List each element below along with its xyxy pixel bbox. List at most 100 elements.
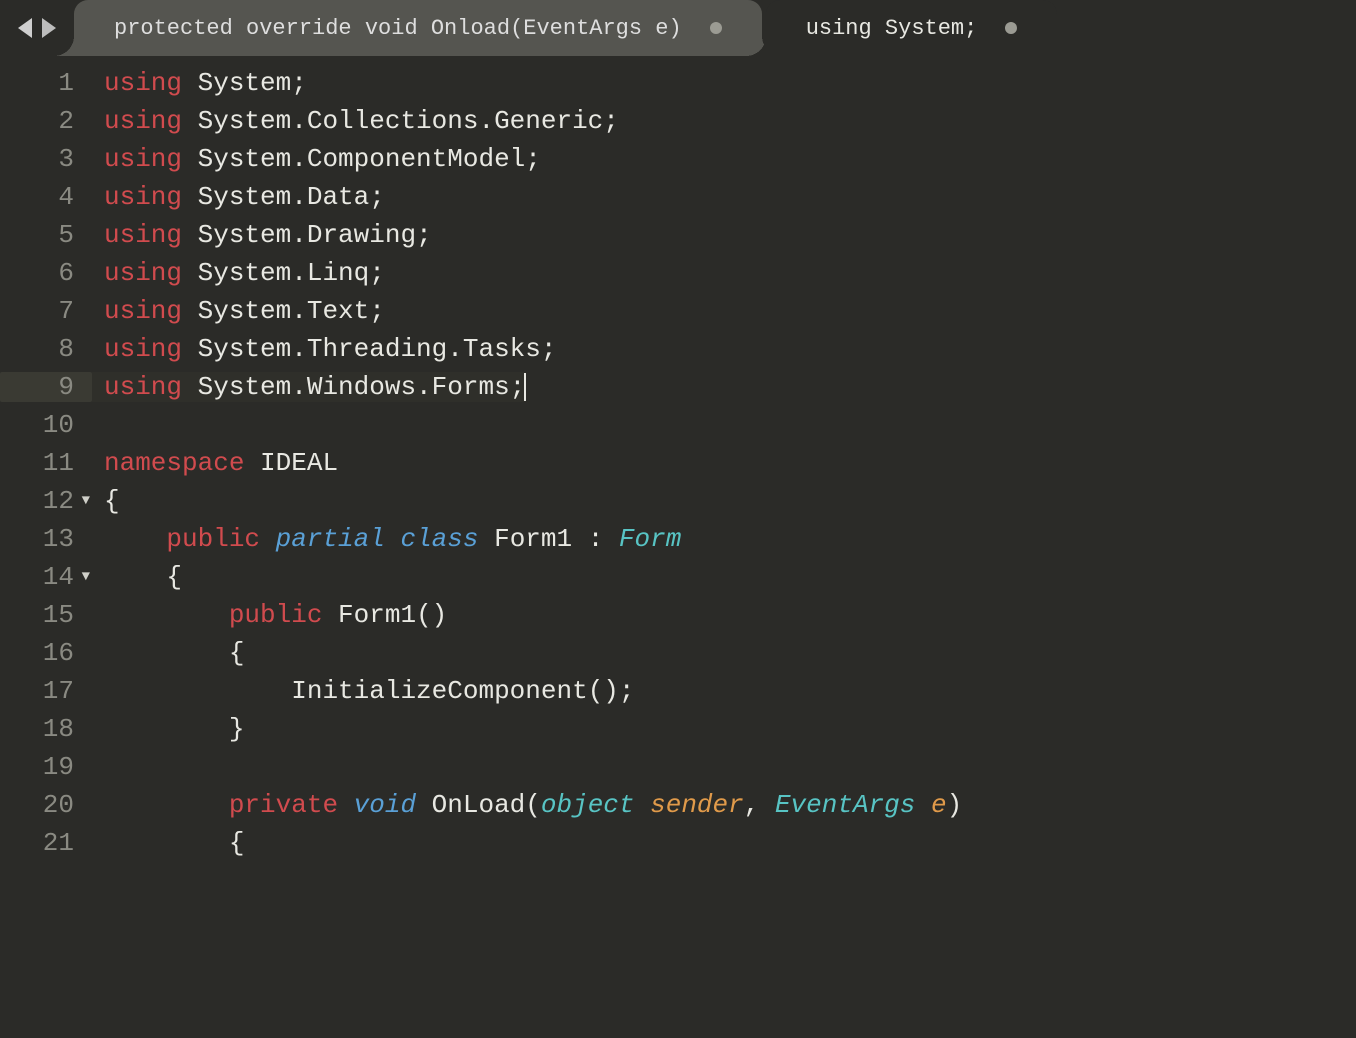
code-line[interactable]: 17 InitializeComponent(); — [0, 672, 1356, 710]
code-line[interactable]: 14▼ { — [0, 558, 1356, 596]
line-number: 5 — [0, 220, 92, 250]
dirty-indicator-icon — [710, 22, 722, 34]
token: public — [166, 524, 260, 554]
code-content[interactable]: using System.Drawing; — [92, 220, 432, 250]
line-number: 12▼ — [0, 486, 92, 516]
code-content[interactable]: private void OnLoad(object sender, Event… — [92, 790, 962, 820]
token: ( — [525, 790, 541, 820]
token: EventArgs — [759, 790, 915, 820]
token: ; — [416, 220, 432, 250]
code-line[interactable]: 9using System.Windows.Forms; — [0, 368, 1356, 406]
code-line[interactable]: 1using System; — [0, 64, 1356, 102]
tab-label: protected override void Onload(EventArgs… — [114, 16, 682, 41]
code-line[interactable]: 2using System.Collections.Generic; — [0, 102, 1356, 140]
tab-label: using System; — [806, 16, 978, 41]
token: Form — [603, 524, 681, 554]
token: using — [104, 372, 182, 402]
token: using — [104, 68, 182, 98]
code-line[interactable]: 4using System.Data; — [0, 178, 1356, 216]
token: Form1 — [479, 524, 588, 554]
line-number: 7 — [0, 296, 92, 326]
code-content[interactable]: public partial class Form1 : Form — [92, 524, 681, 554]
token: Form1 — [322, 600, 416, 630]
code-line[interactable]: 11namespace IDEAL — [0, 444, 1356, 482]
code-content[interactable]: using System.Linq; — [92, 258, 385, 288]
token: partial — [260, 524, 385, 554]
token: System.Collections.Generic — [182, 106, 603, 136]
code-line[interactable]: 20 private void OnLoad(object sender, Ev… — [0, 786, 1356, 824]
code-content[interactable]: using System.Collections.Generic; — [92, 106, 619, 136]
token: class — [385, 524, 479, 554]
line-number: 16 — [0, 638, 92, 668]
fold-toggle-icon[interactable]: ▼ — [82, 569, 90, 585]
line-number: 8 — [0, 334, 92, 364]
code-line[interactable]: 7using System.Text; — [0, 292, 1356, 330]
tab-inactive-0[interactable]: protected override void Onload(EventArgs… — [74, 0, 762, 56]
code-content[interactable]: using System.ComponentModel; — [92, 144, 541, 174]
token: { — [229, 638, 245, 668]
line-number: 20 — [0, 790, 92, 820]
code-content[interactable]: { — [92, 486, 120, 516]
tab-active[interactable]: using System; — [766, 0, 1058, 56]
code-line[interactable]: 8using System.Threading.Tasks; — [0, 330, 1356, 368]
code-content[interactable]: InitializeComponent(); — [92, 676, 635, 706]
token: System.Data — [182, 182, 369, 212]
code-content[interactable]: using System.Data; — [92, 182, 385, 212]
line-number: 6 — [0, 258, 92, 288]
token: : — [588, 524, 604, 554]
code-content[interactable]: using System.Text; — [92, 296, 385, 326]
code-line[interactable]: 12▼ { — [0, 482, 1356, 520]
code-content[interactable]: { — [92, 828, 244, 858]
token: namespace — [104, 448, 244, 478]
token: public — [229, 600, 323, 630]
code-line[interactable]: 13 public partial class Form1 : Form — [0, 520, 1356, 558]
code-line[interactable]: 3using System.ComponentModel; — [0, 140, 1356, 178]
code-line[interactable]: 16 { — [0, 634, 1356, 672]
token: { — [104, 486, 120, 516]
token: object — [541, 790, 635, 820]
code-content[interactable]: } — [92, 714, 244, 744]
line-number: 4 — [0, 182, 92, 212]
token: e — [915, 790, 946, 820]
token: System.Threading.Tasks — [182, 334, 541, 364]
token: using — [104, 258, 182, 288]
tab-forward-icon[interactable] — [42, 18, 56, 38]
code-line[interactable]: 5using System.Drawing; — [0, 216, 1356, 254]
line-number: 18 — [0, 714, 92, 744]
token: void — [338, 790, 416, 820]
line-number: 14▼ — [0, 562, 92, 592]
tab-back-icon[interactable] — [18, 18, 32, 38]
token: System.Text — [182, 296, 369, 326]
token: using — [104, 144, 182, 174]
line-number: 17 — [0, 676, 92, 706]
code-line[interactable]: 10 — [0, 406, 1356, 444]
line-number: 19 — [0, 752, 92, 782]
token: using — [104, 296, 182, 326]
tab-bar: protected override void Onload(EventArgs… — [0, 0, 1356, 56]
token: } — [229, 714, 245, 744]
line-number: 1 — [0, 68, 92, 98]
code-line[interactable]: 21 { — [0, 824, 1356, 862]
token: private — [229, 790, 338, 820]
code-content[interactable]: namespace IDEAL — [92, 448, 338, 478]
code-line[interactable]: 15 public Form1() — [0, 596, 1356, 634]
token: IDEAL — [244, 448, 338, 478]
code-content[interactable]: using System.Windows.Forms; — [92, 372, 526, 402]
fold-toggle-icon[interactable]: ▼ — [82, 493, 90, 509]
line-number: 13 — [0, 524, 92, 554]
line-number: 9 — [0, 372, 92, 402]
code-content[interactable]: { — [92, 562, 182, 592]
token: ; — [369, 182, 385, 212]
code-line[interactable]: 19 — [0, 748, 1356, 786]
code-editor[interactable]: 1using System;2using System.Collections.… — [0, 56, 1356, 862]
text-cursor — [524, 373, 526, 401]
code-line[interactable]: 18 } — [0, 710, 1356, 748]
code-content[interactable]: { — [92, 638, 244, 668]
token: System — [182, 68, 291, 98]
code-content[interactable]: public Form1() — [92, 600, 447, 630]
token: using — [104, 106, 182, 136]
code-content[interactable]: using System.Threading.Tasks; — [92, 334, 556, 364]
code-line[interactable]: 6using System.Linq; — [0, 254, 1356, 292]
token: using — [104, 182, 182, 212]
code-content[interactable]: using System; — [92, 68, 307, 98]
